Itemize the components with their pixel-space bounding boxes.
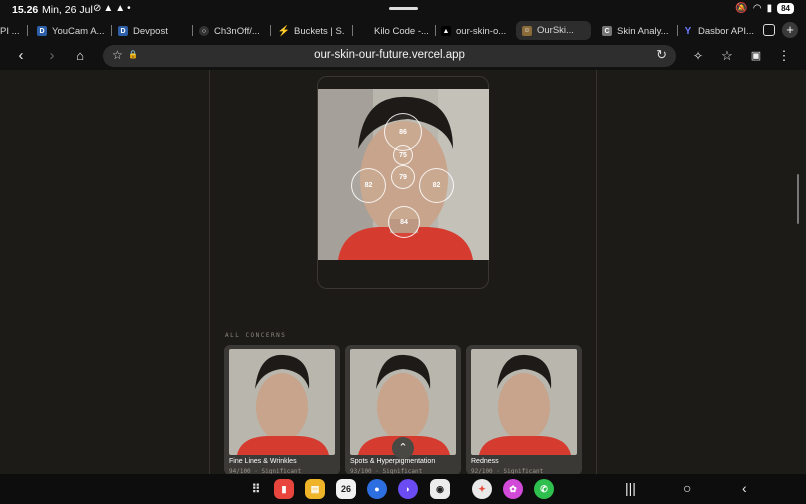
tab-label: our-skin-o... (456, 25, 507, 37)
url-text[interactable]: our-skin-our-future.vercel.app (103, 49, 676, 61)
extensions-icon[interactable]: ✧ (689, 47, 707, 65)
page-scrollbar[interactable] (797, 174, 799, 224)
address-bar[interactable]: ☆ 🔒 our-skin-our-future.vercel.app ↻ (103, 45, 676, 67)
forward-icon[interactable]: › (43, 47, 61, 65)
zone-nose[interactable]: 79 (391, 165, 415, 189)
tab-dasbor[interactable]: Y Dasbor API... (683, 20, 759, 42)
tab-label: Skin Analy... (617, 25, 669, 37)
face-image (229, 349, 335, 455)
back-icon[interactable]: ‹ (12, 47, 30, 65)
recents-nav-icon[interactable]: ||| (625, 480, 636, 496)
camera-icon[interactable]: ◉ (430, 479, 450, 499)
menu-icon[interactable]: ⋮ (775, 47, 793, 65)
signal-icon: ▮ (766, 3, 773, 14)
tab-label: Dasbor API... (698, 25, 754, 37)
tab-buckets[interactable]: ⚡ Buckets | S... (279, 20, 345, 42)
messages-icon[interactable]: ● (367, 479, 387, 499)
whatsapp-icon[interactable]: ✆ (534, 479, 554, 499)
app-notes-icon[interactable]: ▤ (305, 479, 325, 499)
chrome-icon[interactable]: ✦ (472, 479, 492, 499)
status-bar: 15.26 Min, 26 Jul ⊘▲▲• 🔕 ◠ ▮ 84 (0, 0, 806, 20)
app-red-icon[interactable]: ▮ (274, 479, 294, 499)
tab-github[interactable]: ○ Ch3nOff/... (199, 20, 265, 42)
calendar-icon[interactable]: 26 (336, 479, 356, 499)
home-nav-icon[interactable]: ○ (683, 480, 691, 496)
tab-ourskin-active[interactable]: ☺ OurSki... ✕ (516, 21, 591, 40)
face-photo: 86 75 79 82 82 84 (318, 89, 489, 260)
zone-left-cheek[interactable]: 82 (351, 168, 386, 203)
concern-name: Fine Lines & Wrinkles (229, 458, 297, 465)
wifi-icon: ◠ (752, 3, 762, 14)
tab-label: Ch3nOff/... (214, 25, 260, 37)
tab-label: Kilo Code -... (374, 25, 429, 37)
concern-card[interactable]: Redness 92/100 · Significant (466, 345, 582, 475)
concern-name: Spots & Hyperpigmentation (350, 458, 436, 465)
concern-card[interactable]: Fine Lines & Wrinkles 94/100 · Significa… (224, 345, 340, 475)
tab-vercel[interactable]: ▲ our-skin-o... (441, 20, 507, 42)
battery-icon: 84 (777, 3, 794, 14)
y-icon: Y (684, 25, 692, 37)
vercel-triangle-icon: ▲ (441, 26, 451, 36)
reload-icon[interactable]: ↻ (656, 47, 667, 63)
zone-right-cheek[interactable]: 82 (419, 168, 454, 203)
new-tab-button[interactable]: + (782, 22, 798, 38)
face-image (471, 349, 577, 455)
supabase-icon: ⚡ (279, 25, 291, 37)
tab-label: YouCam A... (52, 25, 105, 37)
tab-switcher-button[interactable] (763, 24, 775, 36)
app-drawer-icon[interactable]: ⠿ (246, 479, 266, 499)
tab-kilo[interactable]: Kilo Code -... (374, 20, 429, 42)
concern-thumbnail (229, 349, 335, 455)
browser-app-icon[interactable]: ◗ (398, 479, 418, 499)
tab-manager-icon[interactable]: ▣ (747, 47, 765, 65)
status-time: 15.26 (12, 4, 39, 16)
tab-label: Buckets | S... (294, 25, 345, 37)
gallery-icon[interactable]: ✿ (503, 479, 523, 499)
devpost-d-icon: D (37, 26, 47, 36)
tab-bar: PI ... D YouCam A... D Devpost ○ Ch3nOff… (0, 20, 806, 42)
mute-icon: 🔕 (735, 3, 748, 14)
tab-devpost[interactable]: D Devpost (118, 20, 183, 42)
tab-youcam[interactable]: D YouCam A... (37, 20, 107, 42)
c-icon: C (602, 26, 612, 36)
home-icon[interactable]: ⌂ (71, 47, 89, 65)
bookmarks-icon[interactable]: ☆ (718, 47, 736, 65)
scroll-to-top-button[interactable]: ⌃ (392, 437, 414, 459)
tab-skin-analysis[interactable]: C Skin Analy... (602, 20, 672, 42)
camera-notch (389, 7, 418, 10)
section-heading: ALL CONCERNS (225, 332, 287, 339)
ourskin-icon: ☺ (522, 25, 532, 36)
tab-label: OurSki... (537, 25, 574, 36)
zone-nose-bridge[interactable]: 75 (393, 145, 413, 165)
back-nav-icon[interactable]: ‹ (742, 480, 747, 496)
status-right: 🔕 ◠ ▮ 84 (735, 3, 794, 14)
tab-0[interactable]: PI ... (0, 20, 22, 42)
notification-icons: ⊘▲▲• (93, 3, 133, 14)
zone-chin[interactable]: 84 (388, 206, 420, 238)
concern-name: Redness (471, 458, 499, 465)
concern-thumbnail (471, 349, 577, 455)
github-icon: ○ (199, 26, 209, 36)
tab-label: PI ... (0, 25, 20, 37)
status-date: Min, 26 Jul (42, 4, 93, 16)
tab-label: Devpost (133, 25, 168, 37)
devpost-d-icon: D (118, 26, 128, 36)
